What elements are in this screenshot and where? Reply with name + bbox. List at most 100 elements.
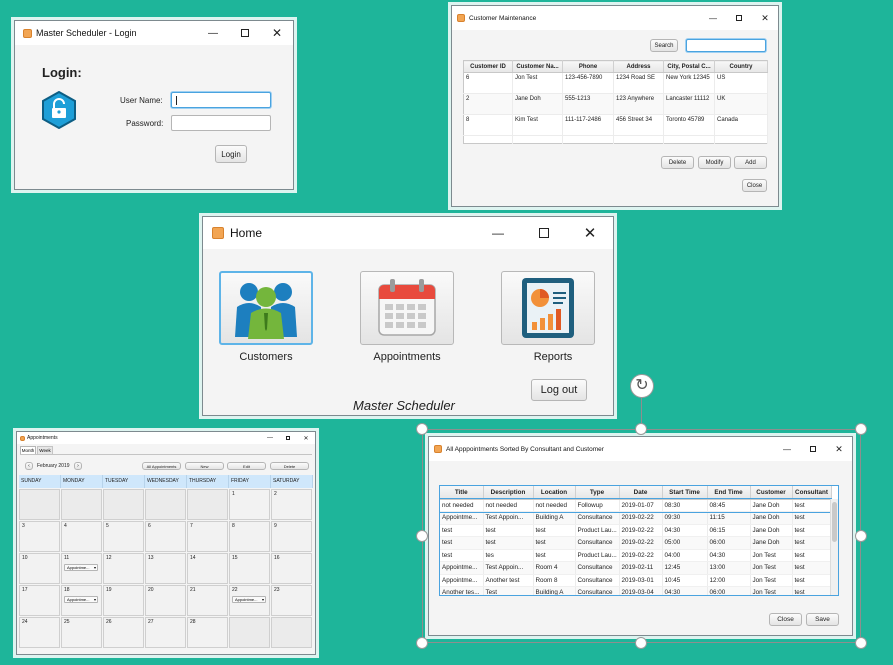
- appointments-button[interactable]: [360, 271, 454, 345]
- column-header[interactable]: Location: [533, 486, 576, 500]
- login-button[interactable]: Login: [215, 145, 247, 163]
- table-row[interactable]: 6 Jon Test 123-456-7890 1234 Road SE New…: [463, 72, 768, 94]
- resize-handle[interactable]: [855, 637, 867, 649]
- delete-button[interactable]: Delete: [270, 462, 309, 470]
- calendar-day-cell[interactable]: 17: [19, 585, 60, 616]
- calendar-day-cell[interactable]: 25: [61, 617, 102, 648]
- table-row[interactable]: 8 Kim Test 111-117-2486 456 Street 34 To…: [463, 114, 768, 136]
- minimize-icon[interactable]: —: [475, 217, 521, 249]
- calendar-day-cell[interactable]: 13: [145, 553, 186, 584]
- close-icon[interactable]: ✕: [752, 6, 778, 30]
- close-button[interactable]: Close: [769, 613, 802, 626]
- rotate-handle[interactable]: ↻: [630, 374, 654, 398]
- column-header[interactable]: Phone: [562, 60, 614, 73]
- column-header[interactable]: Start Time: [662, 486, 708, 500]
- resize-handle[interactable]: [416, 423, 428, 435]
- next-month-button[interactable]: ›: [74, 462, 82, 470]
- resize-handle[interactable]: [855, 423, 867, 435]
- close-icon[interactable]: ✕: [297, 432, 315, 444]
- add-button[interactable]: Add: [734, 156, 767, 169]
- close-icon[interactable]: ✕: [567, 217, 613, 249]
- search-input[interactable]: [686, 39, 766, 52]
- column-header[interactable]: Country: [714, 60, 768, 73]
- appointment-dropdown[interactable]: Appointme... ▾: [64, 596, 98, 603]
- delete-button[interactable]: Delete: [661, 156, 694, 169]
- logout-button[interactable]: Log out: [531, 379, 587, 401]
- new-button[interactable]: New: [185, 462, 224, 470]
- calendar-day-cell[interactable]: 10: [19, 553, 60, 584]
- calendar-day-cell[interactable]: [19, 489, 60, 520]
- calendar-day-cell[interactable]: 8: [229, 521, 270, 552]
- column-header[interactable]: Address: [613, 60, 664, 73]
- calendar-day-cell[interactable]: 28: [187, 617, 228, 648]
- calendar-day-cell[interactable]: [271, 617, 312, 648]
- minimize-icon[interactable]: —: [197, 21, 229, 45]
- calendar-day-cell[interactable]: 12: [103, 553, 144, 584]
- calendar-day-cell[interactable]: 14: [187, 553, 228, 584]
- table-row[interactable]: 2 Jane Doh 555-1213 123 Anywhere Lancast…: [463, 93, 768, 115]
- calendar-day-cell[interactable]: [145, 489, 186, 520]
- calendar-day-cell[interactable]: 20: [145, 585, 186, 616]
- calendar-day-cell[interactable]: 1: [229, 489, 270, 520]
- calendar-day-cell[interactable]: 19: [103, 585, 144, 616]
- minimize-icon[interactable]: —: [774, 437, 800, 461]
- calendar-day-cell[interactable]: 27: [145, 617, 186, 648]
- table-row[interactable]: test tes test Product Lau... 2019-02-22 04:00…: [440, 549, 832, 562]
- column-header[interactable]: City, Postal C...: [663, 60, 715, 73]
- table-row[interactable]: Appointme... Test Appoin... Building A Cons…: [440, 511, 832, 525]
- calendar-day-cell[interactable]: 21: [187, 585, 228, 616]
- close-icon[interactable]: ✕: [826, 437, 852, 461]
- calendar-day-cell[interactable]: [103, 489, 144, 520]
- column-header[interactable]: Description: [483, 486, 534, 500]
- scrollbar-thumb[interactable]: [832, 502, 837, 542]
- calendar-day-cell[interactable]: 4: [61, 521, 102, 552]
- close-icon[interactable]: ✕: [261, 21, 293, 45]
- calendar-day-cell[interactable]: 5: [103, 521, 144, 552]
- calendar-day-cell[interactable]: 9: [271, 521, 312, 552]
- close-button[interactable]: Close: [742, 179, 767, 192]
- column-header[interactable]: Customer Na...: [512, 60, 563, 73]
- minimize-icon[interactable]: —: [261, 432, 279, 444]
- calendar-day-cell[interactable]: 2: [271, 489, 312, 520]
- all-appointments-button[interactable]: All Appointments: [142, 462, 181, 470]
- table-row[interactable]: Appointme... Test Appoin... Room 4 Consulta…: [440, 561, 832, 575]
- edit-button[interactable]: Edit: [227, 462, 266, 470]
- calendar-day-cell[interactable]: 3: [19, 521, 60, 552]
- maximize-icon[interactable]: [279, 432, 297, 444]
- search-button[interactable]: Search: [650, 39, 678, 52]
- previous-month-button[interactable]: ‹: [25, 462, 33, 470]
- minimize-icon[interactable]: —: [700, 6, 726, 30]
- column-header[interactable]: Title: [440, 486, 484, 500]
- table-row[interactable]: Appointme... Another test Room 8 Consultanc…: [440, 574, 832, 587]
- resize-handle[interactable]: [416, 530, 428, 542]
- calendar-day-cell[interactable]: 26: [103, 617, 144, 648]
- calendar-day-cell[interactable]: [187, 489, 228, 520]
- column-header[interactable]: End Time: [707, 486, 751, 500]
- calendar-day-cell[interactable]: 11 Appointme... ▾: [61, 553, 102, 584]
- modify-button[interactable]: Modify: [698, 156, 731, 169]
- tab-week[interactable]: Week: [37, 446, 53, 454]
- column-header[interactable]: Customer: [750, 486, 793, 500]
- calendar-day-cell[interactable]: 22 Appointme... ▾: [229, 585, 270, 616]
- table-row[interactable]: not needed not needed not needed Followup 20…: [440, 498, 832, 513]
- resize-handle[interactable]: [855, 530, 867, 542]
- reports-button[interactable]: [501, 271, 595, 345]
- maximize-icon[interactable]: [521, 217, 567, 249]
- username-field[interactable]: [171, 92, 271, 108]
- customers-button[interactable]: [219, 271, 313, 345]
- resize-handle[interactable]: [416, 637, 428, 649]
- calendar-day-cell[interactable]: 15: [229, 553, 270, 584]
- calendar-day-cell[interactable]: 23: [271, 585, 312, 616]
- calendar-day-cell[interactable]: 6: [145, 521, 186, 552]
- calendar-day-cell[interactable]: [229, 617, 270, 648]
- resize-handle[interactable]: [635, 423, 647, 435]
- maximize-icon[interactable]: [726, 6, 752, 30]
- resize-handle[interactable]: [635, 637, 647, 649]
- column-header[interactable]: Customer ID: [463, 60, 513, 73]
- column-header[interactable]: Type: [575, 486, 620, 500]
- table-row[interactable]: test test test Consultance 2019-02-22 05:00 06…: [440, 536, 832, 550]
- table-row[interactable]: Another tes... Test Building A Consultance 2…: [440, 586, 832, 595]
- maximize-icon[interactable]: [229, 21, 261, 45]
- calendar-day-cell[interactable]: 7: [187, 521, 228, 552]
- appointment-dropdown[interactable]: Appointme... ▾: [232, 596, 266, 603]
